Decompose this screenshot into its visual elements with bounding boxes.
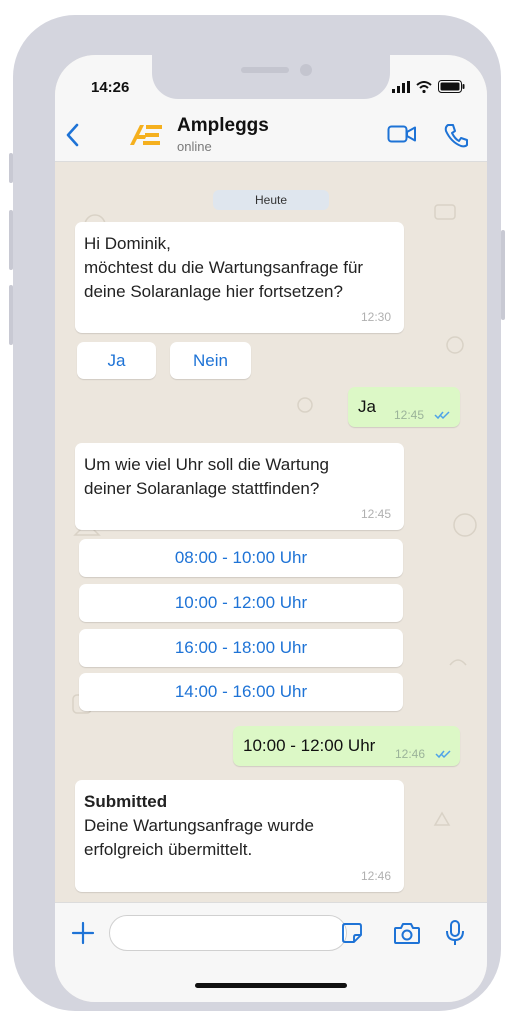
time-option-1000[interactable]: 10:00 - 12:00 Uhr	[79, 584, 403, 622]
volume-down-button	[9, 285, 13, 345]
double-check-icon	[435, 750, 451, 759]
message-text: Deine Wartungsanfrage wurde erfolgreich …	[84, 816, 314, 859]
message-time: 12:45	[394, 408, 425, 422]
incoming-message: Um wie viel Uhr soll die Wartung deiner …	[75, 443, 404, 530]
back-chevron-icon[interactable]	[63, 121, 83, 149]
camera-icon[interactable]	[393, 921, 421, 945]
quick-reply-ja[interactable]: Ja	[77, 342, 156, 379]
phone-frame: 14:26 Ampleggs online Heute Hi Dominik, …	[9, 15, 505, 1011]
phone-icon[interactable]	[443, 122, 469, 148]
date-chip: Heute	[213, 190, 329, 210]
message-time: 12:30	[361, 310, 392, 324]
chat-area: Heute Hi Dominik, möchtest du die Wartun…	[55, 162, 487, 902]
ampleggs-logo-icon	[130, 125, 162, 145]
power-button	[501, 230, 505, 320]
quick-reply-nein[interactable]: Nein	[170, 342, 251, 379]
sticker-icon[interactable]	[341, 922, 363, 944]
battery-icon	[438, 80, 465, 93]
speaker-grille	[241, 67, 289, 73]
front-camera	[300, 64, 312, 76]
signal-icon	[392, 80, 410, 93]
message-title: Submitted	[84, 792, 168, 811]
message-time: 12:46	[395, 747, 426, 761]
outgoing-message: 10:00 - 12:00 Uhr 12:46	[233, 726, 460, 766]
status-icons	[392, 80, 465, 93]
time-option-0800[interactable]: 08:00 - 10:00 Uhr	[79, 539, 403, 577]
phone-notch	[152, 55, 390, 99]
video-call-icon[interactable]	[387, 124, 417, 144]
home-indicator[interactable]	[195, 983, 347, 988]
avatar[interactable]	[125, 113, 165, 153]
message-input[interactable]	[109, 915, 347, 951]
phone-screen: 14:26 Ampleggs online Heute Hi Dominik, …	[55, 55, 487, 1002]
presence-status: online	[177, 139, 212, 154]
message-text: 10:00 - 12:00 Uhr	[243, 736, 376, 755]
outgoing-message: Ja 12:45	[348, 387, 460, 427]
volume-up-button	[9, 210, 13, 270]
chat-header: Ampleggs online	[55, 109, 487, 162]
incoming-message: Hi Dominik, möchtest du die Wartungsanfr…	[75, 222, 404, 333]
clock: 14:26	[91, 79, 130, 96]
wifi-icon	[416, 80, 432, 93]
double-check-icon	[434, 411, 450, 420]
message-text: Hi Dominik, möchtest du die Wartungsanfr…	[84, 234, 364, 301]
time-option-1400[interactable]: 14:00 - 16:00 Uhr	[79, 673, 403, 711]
time-option-1600[interactable]: 16:00 - 18:00 Uhr	[79, 629, 403, 667]
message-text: Um wie viel Uhr soll die Wartung deiner …	[84, 455, 329, 498]
silent-switch	[9, 153, 13, 183]
contact-name[interactable]: Ampleggs	[177, 115, 269, 137]
message-time: 12:46	[361, 869, 392, 883]
plus-icon[interactable]	[71, 921, 95, 945]
incoming-message: Submitted Deine Wartungsanfrage wurde er…	[75, 780, 404, 892]
input-bar	[55, 902, 487, 1002]
message-text: Ja	[358, 397, 376, 416]
message-time: 12:45	[361, 507, 392, 521]
microphone-icon[interactable]	[445, 919, 465, 947]
